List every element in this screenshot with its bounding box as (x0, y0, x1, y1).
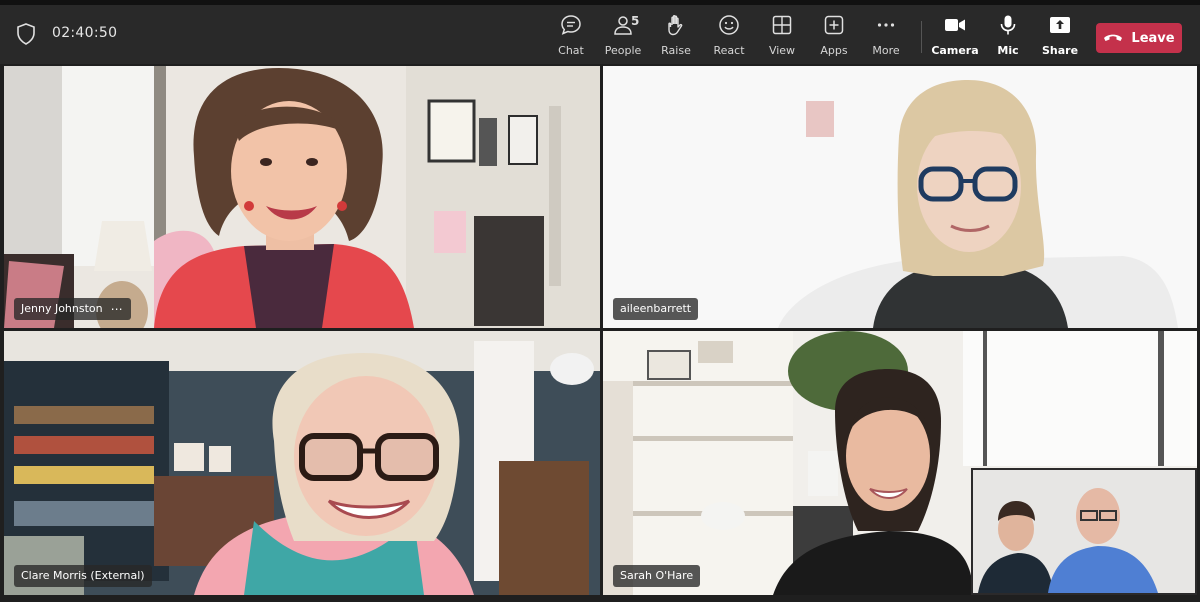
camera-label: Camera (931, 44, 979, 57)
chat-bubble-icon (561, 15, 581, 35)
ellipsis-icon (877, 23, 895, 27)
participant-video-clare (4, 331, 600, 595)
phone-hangup-icon (1104, 34, 1123, 41)
raise-label: Raise (661, 44, 691, 57)
share-button[interactable]: Share (1034, 13, 1086, 61)
view-button[interactable]: View (756, 13, 808, 61)
toolbar-divider (921, 21, 922, 53)
people-count: 5 (631, 14, 640, 28)
react-label: React (713, 44, 745, 57)
react-button[interactable]: React (703, 13, 755, 61)
video-tile-clare-morris[interactable]: Clare Morris (External) (4, 331, 600, 595)
video-camera-icon (945, 19, 965, 31)
share-label: Share (1041, 44, 1079, 57)
video-tile-jenny-johnston[interactable]: Jenny Johnston ⋯ (4, 66, 600, 328)
participant-video-aileen (603, 66, 1197, 328)
participant-name: Sarah O'Hare (620, 569, 694, 582)
mic-label: Mic (997, 44, 1019, 57)
participant-name: Jenny Johnston (21, 302, 103, 315)
mic-button[interactable]: Mic (982, 13, 1034, 61)
participant-nameplate: Jenny Johnston ⋯ (14, 298, 131, 320)
participant-name: aileenbarrett (620, 302, 692, 315)
chat-button[interactable]: Chat (545, 13, 597, 61)
participant-name: Clare Morris (External) (21, 569, 145, 582)
participant-video-sarah (603, 331, 1197, 595)
people-button[interactable]: 5 People (597, 13, 649, 61)
smiley-icon (719, 15, 739, 35)
apps-button[interactable]: Apps (808, 13, 860, 61)
camera-button[interactable]: Camera (929, 13, 981, 61)
participant-nameplate: Sarah O'Hare (613, 565, 701, 587)
participant-nameplate: aileenbarrett (613, 298, 699, 320)
leave-button[interactable]: Leave (1096, 23, 1182, 53)
apps-label: Apps (820, 44, 848, 57)
meeting-toolbar: 02:40:50 Chat 5 People Raise React View … (0, 0, 1200, 64)
shield-icon[interactable] (16, 23, 36, 45)
raise-hand-icon (668, 15, 683, 36)
microphone-icon (1000, 15, 1016, 35)
participant-nameplate: Clare Morris (External) (14, 565, 152, 587)
participant-more-options[interactable]: ⋯ (111, 298, 124, 320)
video-tile-sarah-ohare[interactable]: Sarah O'Hare (603, 331, 1197, 595)
more-label: More (872, 44, 900, 57)
share-tray-icon (1050, 17, 1070, 33)
meeting-timer: 02:40:50 (52, 25, 118, 41)
view-label: View (768, 44, 796, 57)
grid-view-icon (772, 15, 792, 35)
video-tile-aileenbarrett[interactable]: aileenbarrett (603, 66, 1197, 328)
raise-hand-button[interactable]: Raise (650, 13, 702, 61)
more-button[interactable]: More (860, 13, 912, 61)
chat-label: Chat (558, 44, 584, 57)
leave-label: Leave (1131, 30, 1175, 46)
participant-video-jenny (4, 66, 600, 328)
people-label: People (604, 44, 642, 57)
plus-box-icon (824, 15, 844, 35)
